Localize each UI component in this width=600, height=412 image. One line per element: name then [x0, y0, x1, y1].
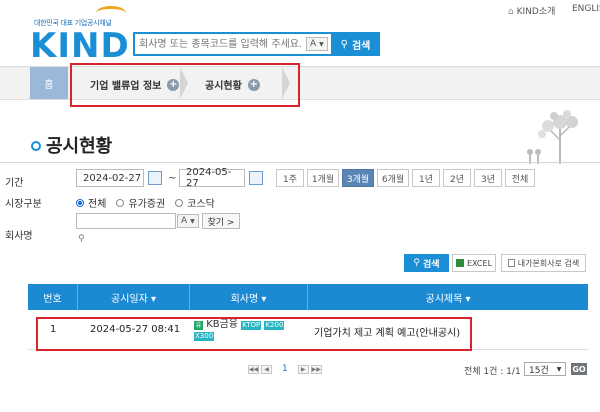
per-page-select[interactable]: 15건 ▼ [524, 362, 566, 376]
my-companies-search-button[interactable]: 내가본회사로 검색 [501, 254, 586, 272]
radio-checked-icon[interactable] [76, 198, 84, 207]
calendar-icon[interactable] [148, 171, 162, 185]
market-radio-all[interactable]: 전체 [76, 195, 106, 210]
period-2y-button[interactable]: 2년 [443, 169, 471, 187]
column-header-number: 번호 [28, 284, 78, 310]
column-header-company[interactable]: 회사명 ▾ [190, 284, 308, 310]
kind-intro-link[interactable]: ⌂ KIND소개 [508, 4, 555, 17]
table-header: 번호 공시일자 ▾ 회사명 ▾ 공시제목 ▾ [28, 284, 588, 310]
tree-illustration-icon [527, 110, 578, 164]
company-label: 회사명 [5, 231, 33, 242]
header-search-box: A▼ ⚲검색 [133, 32, 380, 56]
column-header-date[interactable]: 공시일자 ▾ [78, 284, 190, 310]
title-bullet-icon [31, 141, 41, 151]
last-page-icon[interactable]: ▶▶ [310, 364, 322, 374]
search-icon[interactable]: ⚲ [78, 234, 85, 244]
period-label: 기간 [5, 178, 24, 189]
document-icon [507, 259, 515, 267]
header-search-select[interactable]: A ▼ [306, 37, 328, 51]
breadcrumb-home[interactable]: 홈 [30, 67, 68, 99]
chevron-down-icon: ▼ [319, 40, 324, 48]
home-icon: ⌂ [508, 7, 514, 17]
go-button[interactable]: GO [571, 363, 587, 375]
next-page-icon[interactable]: ▶ [297, 364, 309, 374]
chevron-down-icon: ▼ [556, 365, 562, 373]
radio-icon[interactable] [116, 198, 125, 207]
period-6m-button[interactable]: 6개월 [377, 169, 409, 187]
search-icon: ⚲ [340, 38, 348, 50]
period-all-button[interactable]: 전체 [505, 169, 535, 187]
pagination: ◀◀ ◀ 1 ▶ ▶▶ [248, 364, 322, 374]
start-date-input[interactable]: 2024-02-27 [76, 169, 144, 187]
period-buttons: 1주 1개월 3개월 6개월 1년 2년 3년 전체 [276, 169, 535, 187]
market-radio-kospi[interactable]: 유가증권 [116, 195, 165, 210]
company-name-input[interactable] [76, 213, 176, 229]
first-page-icon[interactable]: ◀◀ [248, 364, 259, 374]
logo-arc-icon [96, 6, 126, 20]
period-1y-button[interactable]: 1년 [412, 169, 440, 187]
excel-icon [455, 259, 464, 267]
end-date-input[interactable]: 2024-05-27 [179, 167, 245, 189]
period-1m-button[interactable]: 1개월 [307, 169, 339, 187]
radio-icon[interactable] [175, 198, 184, 207]
excel-button[interactable]: EXCEL [452, 254, 496, 272]
period-3m-button[interactable]: 3개월 [342, 169, 374, 187]
page-number-current[interactable]: 1 [282, 364, 288, 374]
company-select[interactable]: A ▼ [177, 214, 199, 228]
page-title: 공시현황 [46, 136, 113, 157]
title-divider [0, 162, 600, 163]
row-highlight [36, 317, 472, 351]
market-label: 시장구분 [5, 199, 42, 210]
calendar-icon[interactable] [249, 171, 263, 185]
header-search-button[interactable]: ⚲ 검색 [331, 32, 380, 56]
period-1w-button[interactable]: 1주 [276, 169, 304, 187]
period-3y-button[interactable]: 3년 [474, 169, 502, 187]
find-company-button[interactable]: 찾기 > [202, 213, 240, 229]
search-button[interactable]: ⚲ 검색 [404, 254, 449, 272]
market-radio-kosdaq[interactable]: 코스닥 [175, 195, 215, 210]
breadcrumb-highlight [70, 63, 300, 107]
prev-page-icon[interactable]: ◀ [261, 364, 272, 374]
chevron-down-icon: ▼ [190, 217, 195, 225]
column-header-title[interactable]: 공시제목 ▾ [308, 284, 588, 310]
kind-logo[interactable]: KIND [30, 26, 130, 66]
english-link[interactable]: ENGLIS [572, 4, 600, 14]
date-range-tilde: ~ [168, 173, 177, 184]
header-search-input[interactable] [139, 35, 309, 53]
pager-summary: 전체 1건 : 1/1 [464, 367, 521, 377]
market-radio-group: 전체 유가증권 코스닥 [76, 195, 215, 210]
search-icon: ⚲ [413, 258, 421, 268]
